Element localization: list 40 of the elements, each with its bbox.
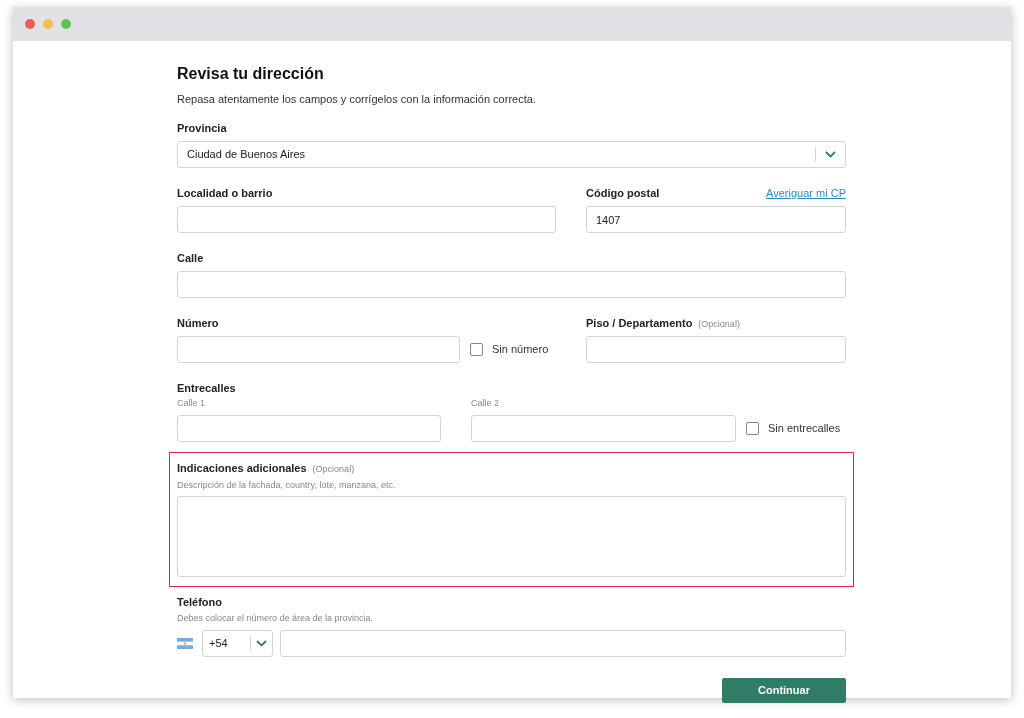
chevron-down-icon <box>256 639 267 647</box>
field-sublabel: Calle 1 <box>177 397 205 410</box>
field-label: Teléfono <box>177 594 222 610</box>
field-hint: Descripción de la fachada, country, lote, manzana, etc. <box>177 478 396 492</box>
input-field[interactable] <box>177 206 556 233</box>
chevron-down-icon <box>825 151 836 158</box>
optional-note: (Opcional) <box>698 317 740 331</box>
close-window-icon[interactable] <box>25 19 35 29</box>
minimize-window-icon[interactable] <box>43 19 53 29</box>
input-field[interactable] <box>177 414 441 442</box>
page-subtitle: Repasa atentamente los campos y corrígelos con la información correcta. <box>177 92 537 106</box>
checkbox[interactable] <box>746 421 759 435</box>
field-label: Calle <box>177 250 204 266</box>
maximize-window-icon[interactable] <box>61 19 71 29</box>
field-label: Localidad o barrio <box>177 185 273 201</box>
input-field[interactable] <box>177 336 460 363</box>
field-label: Entrecalles <box>177 381 236 395</box>
input-field[interactable] <box>280 629 846 657</box>
optional-note: (Opcional) <box>312 463 355 476</box>
page-title: Revisa tu dirección <box>177 64 325 84</box>
field-sublabel: Calle 2 <box>471 397 499 410</box>
find-postal-code-link[interactable]: Averiguar mi CP <box>766 184 846 201</box>
text-area[interactable] <box>177 496 846 577</box>
input-field[interactable] <box>471 414 736 442</box>
field-label: Indicaciones adicionales <box>177 461 307 476</box>
field-hint: Debes colocar el número de área de la provincia. <box>177 612 374 625</box>
field-label: Provincia <box>177 120 227 136</box>
country-code-select[interactable]: +54 <box>202 629 273 657</box>
continue-button[interactable]: Continuar <box>722 677 846 703</box>
input-field[interactable]: 1407 <box>586 206 846 233</box>
flag-icon <box>177 637 193 649</box>
input-field[interactable] <box>177 271 846 298</box>
field-label: Piso / Departamento <box>586 315 693 331</box>
checkbox-label: Sin número <box>492 342 549 358</box>
checkbox[interactable] <box>470 343 483 356</box>
field-label: Número <box>177 315 219 331</box>
input-field[interactable] <box>586 336 846 363</box>
checkbox-label: Sin entrecalles <box>768 420 841 436</box>
province-select[interactable]: Ciudad de Buenos Aires <box>177 141 846 168</box>
field-label: Código postal <box>586 185 660 201</box>
